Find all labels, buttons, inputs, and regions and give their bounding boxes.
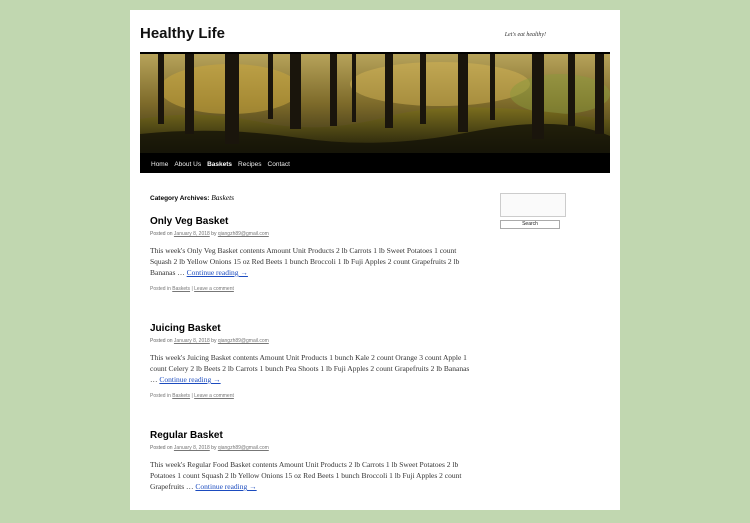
post-summary: This week's Regular Food Basket contents… bbox=[150, 459, 470, 492]
post-summary: This week's Only Veg Basket contents Amo… bbox=[150, 245, 470, 278]
by-label: by bbox=[211, 338, 217, 344]
search-button[interactable]: Search bbox=[500, 220, 560, 229]
leave-comment-link[interactable]: Leave a comment bbox=[194, 286, 234, 292]
continue-reading-link[interactable]: Continue reading → bbox=[187, 268, 248, 277]
site-description: Let's eat healthy! bbox=[504, 32, 546, 38]
post-meta: Posted on January 8, 2018 by qiangzh89@g… bbox=[150, 445, 470, 451]
post-meta: Posted on January 8, 2018 by qiangzh89@g… bbox=[150, 338, 470, 344]
archive-prefix: Category Archives: bbox=[150, 195, 210, 202]
posted-on-label: Posted on bbox=[150, 338, 173, 344]
nav-item-contact[interactable]: Contact bbox=[268, 155, 296, 175]
category-link[interactable]: Baskets bbox=[172, 393, 190, 399]
posted-on-label: Posted on bbox=[150, 231, 173, 237]
search-input[interactable] bbox=[500, 193, 566, 217]
post-footer: Posted in Baskets | Leave a comment bbox=[150, 286, 470, 292]
nav-item-baskets[interactable]: Baskets bbox=[207, 155, 238, 175]
footer-separator: | bbox=[191, 393, 193, 399]
nav-item-recipes[interactable]: Recipes bbox=[238, 155, 267, 175]
posted-in-label: Posted in bbox=[150, 286, 171, 292]
category-link[interactable]: Baskets bbox=[172, 286, 190, 292]
post-date-link[interactable]: January 8, 2018 bbox=[174, 338, 210, 344]
site-title[interactable]: Healthy Life bbox=[140, 25, 225, 42]
nav-item-home[interactable]: Home bbox=[140, 155, 174, 175]
post-footer: Posted in Baskets | Leave a comment bbox=[150, 393, 470, 399]
continue-reading-link[interactable]: Continue reading → bbox=[195, 482, 256, 491]
post-meta: Posted on January 8, 2018 by qiangzh89@g… bbox=[150, 231, 470, 237]
post-author-link[interactable]: qiangzh89@gmail.com bbox=[218, 445, 269, 451]
nav-item-about-us[interactable]: About Us bbox=[174, 155, 207, 175]
post-title[interactable]: Juicing Basket bbox=[150, 323, 470, 334]
post-summary: This week's Juicing Basket contents Amou… bbox=[150, 352, 470, 385]
post-author-link[interactable]: qiangzh89@gmail.com bbox=[218, 231, 269, 237]
leave-comment-link[interactable]: Leave a comment bbox=[194, 393, 234, 399]
post-author-link[interactable]: qiangzh89@gmail.com bbox=[218, 338, 269, 344]
by-label: by bbox=[211, 445, 217, 451]
page-container: Healthy Life Let's eat healthy! Home Abo… bbox=[130, 10, 620, 510]
post-date-link[interactable]: January 8, 2018 bbox=[174, 231, 210, 237]
posted-in-label: Posted in bbox=[150, 393, 171, 399]
footer-separator: | bbox=[191, 286, 193, 292]
posted-on-label: Posted on bbox=[150, 445, 173, 451]
header-image bbox=[140, 52, 610, 154]
archive-title: Category Archives: Baskets bbox=[150, 193, 470, 202]
by-label: by bbox=[211, 231, 217, 237]
archive-category: Baskets bbox=[211, 193, 235, 202]
main-nav: Home About Us Baskets Recipes Contact bbox=[140, 153, 610, 173]
post-item: Only Veg Basket Posted on January 8, 201… bbox=[150, 216, 470, 292]
post-item: Juicing Basket Posted on January 8, 2018… bbox=[150, 323, 470, 399]
post-title[interactable]: Only Veg Basket bbox=[150, 216, 470, 227]
continue-reading-link[interactable]: Continue reading → bbox=[159, 375, 220, 384]
post-item: Regular Basket Posted on January 8, 2018… bbox=[150, 430, 470, 492]
post-date-link[interactable]: January 8, 2018 bbox=[174, 445, 210, 451]
post-title[interactable]: Regular Basket bbox=[150, 430, 470, 441]
content-area: Category Archives: Baskets Only Veg Bask… bbox=[150, 193, 470, 523]
